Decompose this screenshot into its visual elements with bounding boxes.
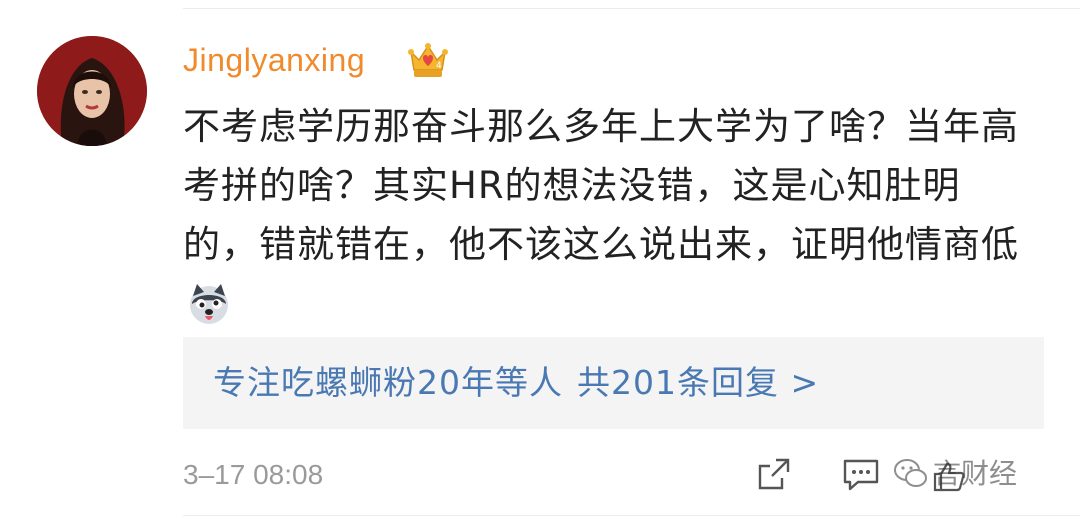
timestamp: 3–17 08:08: [183, 459, 324, 490]
comment-body: 不考虑学历那奋斗那么多年上大学为了啥？当年高考拼的啥？其实HR的想法没错，这是心…: [183, 105, 1019, 266]
reply-summary[interactable]: 专注吃螺蛳粉20年等人 共201条回复 >: [183, 337, 1044, 429]
reply-summary-text[interactable]: 专注吃螺蛳粉20年等人 共201条回复 >: [213, 359, 819, 407]
wechat-icon: [894, 459, 927, 487]
bottom-divider: [183, 515, 1080, 516]
reply-user-names[interactable]: 专注吃螺蛳粉20年等人: [213, 363, 563, 402]
reply-count-link[interactable]: 共201条回复 >: [577, 363, 819, 402]
dog-icon: [190, 284, 228, 324]
username[interactable]: Jinglyanxing: [183, 38, 365, 82]
share-icon[interactable]: [756, 456, 792, 492]
watermark: 言财经: [893, 450, 1053, 498]
crown-icon: 4: [408, 43, 448, 77]
top-divider: [183, 8, 1080, 9]
comment-icon[interactable]: [842, 458, 880, 492]
watermark-text: 言财经: [933, 457, 1018, 490]
avatar[interactable]: [37, 36, 147, 146]
svg-text:4: 4: [436, 61, 442, 71]
comment-text: 不考虑学历那奋斗那么多年上大学为了啥？当年高考拼的啥？其实HR的想法没错，这是心…: [183, 97, 1033, 333]
